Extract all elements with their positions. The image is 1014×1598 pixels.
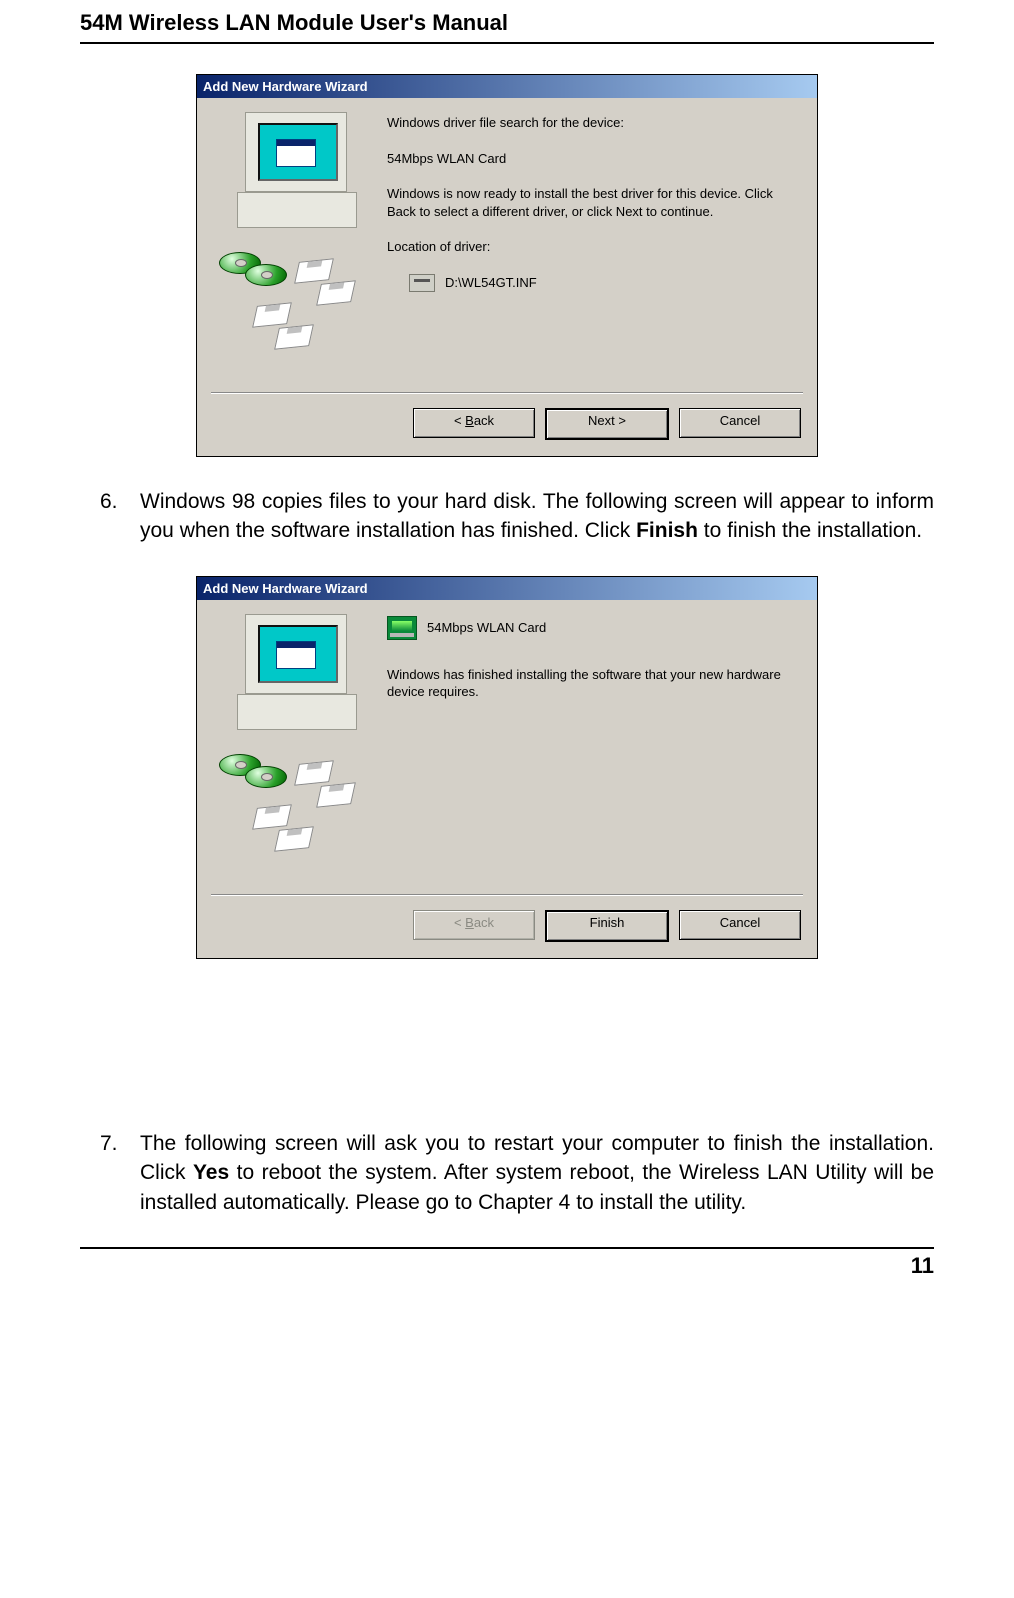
floppy-icon	[294, 760, 334, 785]
back-button[interactable]: < Back	[413, 408, 535, 438]
cancel-button[interactable]: Cancel	[679, 910, 801, 940]
monitor-icon	[245, 112, 347, 192]
dialog2-titlebar: Add New Hardware Wizard	[197, 577, 817, 600]
device-name: 54Mbps WLAN Card	[387, 150, 799, 168]
page-number: 11	[80, 1253, 934, 1279]
dialog-install-finished: Add New Hardware Wizard	[196, 576, 818, 959]
device-name: 54Mbps WLAN Card	[427, 619, 546, 637]
floppy-icon	[316, 782, 356, 807]
dialog1-titlebar: Add New Hardware Wizard	[197, 75, 817, 98]
next-button[interactable]: Next >	[545, 408, 669, 440]
step-7: 7. The following screen will ask you to …	[100, 1129, 934, 1217]
floppy-icon	[252, 804, 292, 829]
footer-rule	[80, 1247, 934, 1249]
step-6: 6. Windows 98 copies files to your hard …	[100, 487, 934, 546]
dialog-divider	[211, 392, 803, 394]
step7-post: to reboot the system. After system reboo…	[140, 1161, 934, 1213]
floppy-icon	[294, 258, 334, 283]
cancel-button[interactable]: Cancel	[679, 408, 801, 438]
driver-path: D:\WL54GT.INF	[445, 274, 537, 292]
drive-icon	[409, 274, 435, 292]
step-text: Windows 98 copies files to your hard dis…	[140, 487, 934, 546]
cd-icon	[245, 766, 287, 788]
dialog1-title: Add New Hardware Wizard	[203, 79, 368, 94]
step6-bold: Finish	[636, 519, 698, 542]
network-card-icon	[387, 616, 417, 640]
floppy-icon	[316, 280, 356, 305]
ready-text: Windows is now ready to install the best…	[387, 185, 799, 220]
step-number: 7.	[100, 1129, 126, 1217]
wizard-illustration	[215, 112, 365, 382]
floppy-icon	[274, 826, 314, 851]
page-header: 54M Wireless LAN Module User's Manual	[80, 10, 934, 36]
finish-button[interactable]: Finish	[545, 910, 669, 942]
step6-post: to finish the installation.	[698, 519, 922, 542]
wizard-illustration	[215, 614, 365, 884]
step-text: The following screen will ask you to res…	[140, 1129, 934, 1217]
back-button-disabled: < Back	[413, 910, 535, 940]
header-rule	[80, 42, 934, 44]
floppy-icon	[252, 302, 292, 327]
step7-bold: Yes	[193, 1161, 229, 1184]
monitor-icon	[245, 614, 347, 694]
cd-icon	[245, 264, 287, 286]
search-heading: Windows driver file search for the devic…	[387, 114, 799, 132]
location-label: Location of driver:	[387, 238, 799, 256]
step-number: 6.	[100, 487, 126, 546]
desktop-case-icon	[237, 192, 357, 228]
finished-text: Windows has finished installing the soft…	[387, 666, 799, 701]
floppy-icon	[274, 324, 314, 349]
desktop-case-icon	[237, 694, 357, 730]
dialog-driver-search: Add New Hardware Wizard	[196, 74, 818, 457]
dialog-divider	[211, 894, 803, 896]
dialog2-title: Add New Hardware Wizard	[203, 581, 368, 596]
